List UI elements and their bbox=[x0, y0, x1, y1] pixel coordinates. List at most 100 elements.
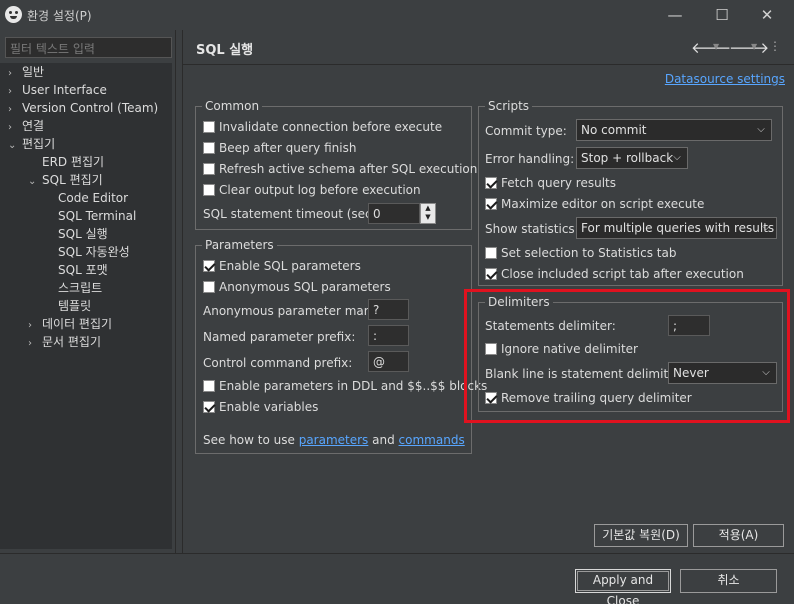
close-script-tab-checkbox[interactable]: Close included script tab after executio… bbox=[485, 265, 744, 283]
checkbox-checked-icon[interactable] bbox=[203, 260, 215, 272]
tree-item-erd-editor[interactable]: ERD 편집기 bbox=[28, 153, 104, 171]
chevron-down-icon: ⌄ bbox=[8, 140, 17, 151]
checkbox-label: Refresh active schema after SQL executio… bbox=[219, 162, 478, 176]
apply-and-close-button[interactable]: Apply and Close bbox=[575, 569, 671, 604]
named-prefix-input[interactable]: : bbox=[368, 325, 409, 346]
spinner-down-icon[interactable]: ▼ bbox=[421, 213, 435, 222]
tree-item-label: 템플릿 bbox=[58, 299, 92, 313]
anon-mark-input[interactable]: ? bbox=[368, 299, 409, 320]
tree-item-data-editor[interactable]: › 데이터 편집기 bbox=[28, 315, 112, 333]
clear-output-log-checkbox[interactable]: Clear output log before execution bbox=[203, 181, 421, 199]
tree-item-label: SQL Terminal bbox=[58, 209, 137, 223]
checkbox-label: Set selection to Statistics tab bbox=[501, 246, 677, 260]
commit-type-label: Commit type: bbox=[485, 124, 567, 138]
tree-item-label: SQL 편집기 bbox=[42, 173, 103, 187]
forward-arrow-icon[interactable]: 🡒 bbox=[729, 38, 769, 57]
tree-item-document-editor[interactable]: › 문서 편집기 bbox=[28, 333, 101, 351]
checkbox-icon[interactable] bbox=[485, 247, 497, 259]
checkbox-label: Clear output log before execution bbox=[219, 183, 421, 197]
preferences-tree: › 일반 › User Interface › Version Control (Te… bbox=[0, 63, 172, 549]
spinner-up-icon[interactable]: ▲ bbox=[421, 204, 435, 213]
checkbox-checked-icon[interactable] bbox=[203, 401, 215, 413]
tree-item-label: SQL 자동완성 bbox=[58, 245, 130, 259]
refresh-schema-checkbox[interactable]: Refresh active schema after SQL executio… bbox=[203, 160, 477, 178]
checkbox-checked-icon[interactable] bbox=[485, 177, 497, 189]
see-how-text: See how to use parameters and commands bbox=[203, 431, 465, 449]
tree-item-user-interface[interactable]: › User Interface bbox=[8, 81, 107, 99]
show-statistics-select[interactable]: For multiple queries with results ⌵ bbox=[576, 217, 777, 239]
anon-mark-label: Anonymous parameter mark: bbox=[203, 304, 380, 318]
control-prefix-input[interactable]: @ bbox=[368, 351, 409, 372]
checkbox-icon[interactable] bbox=[203, 163, 215, 175]
filter-input[interactable]: 필터 텍스트 입력 bbox=[5, 37, 172, 58]
tree-item-sql-terminal[interactable]: SQL Terminal bbox=[58, 207, 136, 225]
checkbox-label: Enable variables bbox=[219, 400, 319, 414]
back-arrow-icon[interactable]: 🡐 bbox=[691, 38, 731, 57]
more-menu-icon[interactable]: ⋮ bbox=[769, 39, 781, 53]
enable-variables-checkbox[interactable]: Enable variables bbox=[203, 398, 318, 416]
chevron-right-icon: › bbox=[28, 338, 32, 349]
chevron-down-icon[interactable]: ▼ bbox=[751, 42, 757, 51]
select-value: No commit bbox=[581, 123, 647, 137]
checkbox-icon[interactable] bbox=[203, 121, 215, 133]
tree-item-general[interactable]: › 일반 bbox=[8, 63, 44, 81]
title-bar: 환경 설정(P) — ☐ ✕ bbox=[0, 0, 794, 30]
chevron-down-icon: ⌵ bbox=[673, 152, 681, 163]
tree-item-connections[interactable]: › 연결 bbox=[8, 117, 44, 135]
cancel-button[interactable]: 취소 bbox=[680, 569, 777, 593]
checkbox-icon[interactable] bbox=[203, 142, 215, 154]
group-title: Common bbox=[202, 98, 263, 114]
tree-item-sql-editor[interactable]: ⌄ SQL 편집기 bbox=[28, 171, 103, 189]
fetch-results-checkbox[interactable]: Fetch query results bbox=[485, 174, 616, 192]
maximize-icon[interactable]: ☐ bbox=[710, 4, 734, 26]
commands-link[interactable]: commands bbox=[399, 433, 465, 447]
parameters-group: Parameters bbox=[195, 237, 472, 454]
checkbox-label: Enable SQL parameters bbox=[219, 259, 361, 273]
apply-button[interactable]: 적용(A) bbox=[693, 524, 784, 547]
restore-defaults-button[interactable]: 기본값 복원(D) bbox=[594, 524, 688, 547]
invalidate-connection-checkbox[interactable]: Invalidate connection before execute bbox=[203, 118, 442, 136]
timeout-input[interactable]: 0 bbox=[368, 203, 420, 224]
dbeaver-app-icon bbox=[5, 6, 22, 23]
tree-item-label: 스크립트 bbox=[58, 281, 103, 295]
tree-item-code-editor[interactable]: Code Editor bbox=[58, 189, 128, 207]
named-prefix-label: Named parameter prefix: bbox=[203, 330, 356, 344]
checkbox-checked-icon[interactable] bbox=[485, 198, 497, 210]
beep-after-query-checkbox[interactable]: Beep after query finish bbox=[203, 139, 356, 157]
error-handling-select[interactable]: Stop + rollback ⌵ bbox=[576, 147, 688, 169]
checkbox-label: Fetch query results bbox=[501, 176, 617, 190]
tree-item-scripts[interactable]: 스크립트 bbox=[58, 279, 102, 297]
checkbox-icon[interactable] bbox=[203, 380, 215, 392]
maximize-editor-checkbox[interactable]: Maximize editor on script execute bbox=[485, 195, 704, 213]
checkbox-icon[interactable] bbox=[203, 281, 215, 293]
page-header: SQL 실행 🡐 ▼ 🡒 ▼ ⋮ bbox=[183, 30, 794, 65]
tree-item-sql-format[interactable]: SQL 포맷 bbox=[58, 261, 108, 279]
checkbox-label: Invalidate connection before execute bbox=[219, 120, 443, 134]
show-statistics-label: Show statistics: bbox=[485, 222, 579, 236]
checkbox-label: Beep after query finish bbox=[219, 141, 357, 155]
tree-item-editors[interactable]: ⌄ 편집기 bbox=[8, 135, 55, 153]
tree-item-sql-execute[interactable]: SQL 실행 bbox=[58, 225, 108, 243]
tree-item-label: User Interface bbox=[22, 83, 107, 97]
anonymous-sql-parameters-checkbox[interactable]: Anonymous SQL parameters bbox=[203, 278, 391, 296]
chevron-down-icon: ⌵ bbox=[757, 124, 765, 135]
group-title: Scripts bbox=[485, 98, 533, 114]
ddl-parameters-checkbox[interactable]: Enable parameters in DDL and $$..$$ bloc… bbox=[203, 377, 487, 395]
minimize-icon[interactable]: — bbox=[663, 4, 687, 26]
commit-type-select[interactable]: No commit ⌵ bbox=[576, 119, 772, 141]
parameters-link[interactable]: parameters bbox=[299, 433, 369, 447]
chevron-down-icon[interactable]: ▼ bbox=[713, 42, 719, 51]
tree-item-version-control[interactable]: › Version Control (Team) bbox=[8, 99, 158, 117]
datasource-settings-link[interactable]: Datasource settings bbox=[665, 72, 785, 86]
checkbox-icon[interactable] bbox=[203, 184, 215, 196]
timeout-spinner[interactable]: ▲ ▼ bbox=[420, 203, 436, 224]
enable-sql-parameters-checkbox[interactable]: Enable SQL parameters bbox=[203, 257, 361, 275]
tree-item-label: 데이터 편집기 bbox=[42, 317, 113, 331]
set-selection-checkbox[interactable]: Set selection to Statistics tab bbox=[485, 244, 676, 262]
select-value: For multiple queries with results bbox=[581, 221, 775, 235]
close-icon[interactable]: ✕ bbox=[755, 4, 779, 26]
tree-item-label: 일반 bbox=[22, 65, 45, 79]
checkbox-checked-icon[interactable] bbox=[485, 268, 497, 280]
tree-item-templates[interactable]: 템플릿 bbox=[58, 297, 91, 315]
tree-item-sql-autocomplete[interactable]: SQL 자동완성 bbox=[58, 243, 130, 261]
